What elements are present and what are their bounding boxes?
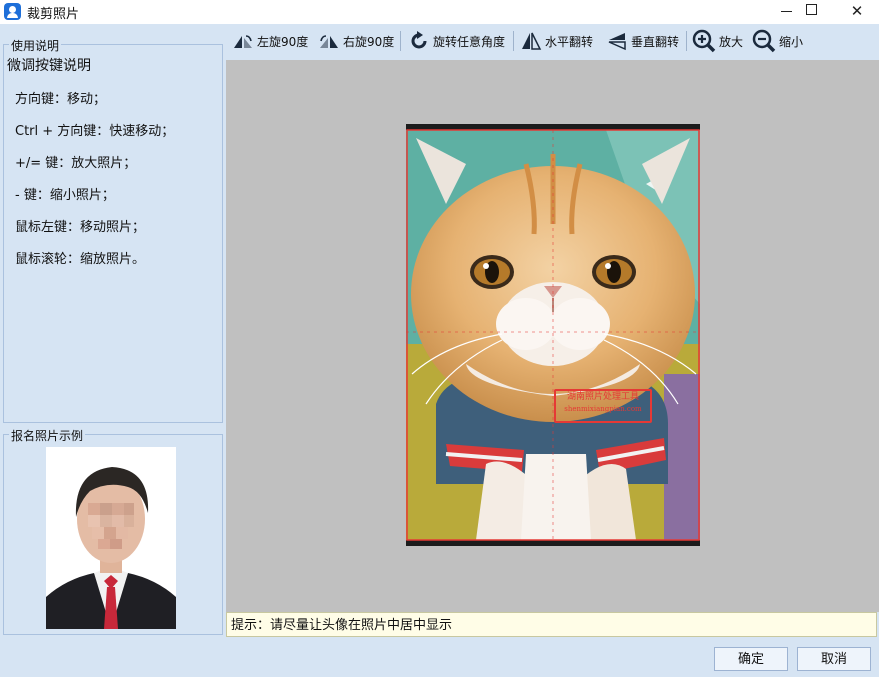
rotate-any-angle-button[interactable]: 旋转任意角度 [408, 30, 505, 52]
hint-bar: 提示：请尽量让头像在照片中居中显示 [226, 612, 877, 637]
zoom-in-icon [692, 29, 716, 53]
flip-horizontal-icon [522, 32, 542, 50]
maximize-button[interactable] [790, 0, 832, 24]
close-button[interactable]: ✕ [836, 0, 878, 24]
rotate-left-button[interactable]: 左旋90度 [232, 30, 308, 52]
usage-line: +/= 键：放大照片； [15, 156, 137, 171]
flip-vertical-button[interactable]: 垂直翻转 [606, 30, 679, 52]
usage-line: Ctrl + 方向键：快速移动； [15, 124, 175, 139]
sample-legend: 报名照片示例 [9, 427, 86, 444]
usage-line: - 键：缩小照片； [15, 188, 115, 203]
rotate-left-label: 左旋90度 [257, 34, 309, 49]
watermark-url: shenmixiangpian.com [564, 405, 642, 413]
usage-panel: 使用说明 微调按键说明 方向键：移动； Ctrl + 方向键：快速移动； +/=… [3, 37, 223, 423]
usage-legend: 使用说明 [9, 37, 62, 54]
cat-photo[interactable]: 湖南照片处理工具 shenmixiangpian.com [406, 124, 700, 546]
rotate-left-icon [234, 35, 252, 48]
watermark-text: 湖南照片处理工具 [566, 392, 639, 402]
ok-button[interactable]: 确定 [714, 647, 788, 671]
toolbar-separator [400, 31, 401, 51]
rotate-right-icon [320, 35, 338, 48]
close-icon: ✕ [850, 2, 864, 20]
toolbar-separator [513, 31, 514, 51]
rotate-any-icon [411, 31, 427, 49]
usage-line: 鼠标左键：移动照片； [15, 220, 146, 235]
zoom-in-button[interactable]: 放大 [692, 29, 744, 53]
toolbar-separator [686, 31, 687, 51]
app-icon [4, 3, 21, 20]
window-title: 裁剪照片 [27, 7, 80, 22]
zoom-out-icon [752, 29, 776, 53]
toolbar: 左旋90度 右旋90度 旋转任意角度 水平翻转 垂直翻转 放大 缩小 [226, 25, 879, 58]
zoom-out-button[interactable]: 缩小 [752, 29, 804, 53]
photo-watermark-stamp: 湖南照片处理工具 shenmixiangpian.com [554, 389, 652, 423]
usage-line: 鼠标滚轮：缩放照片。 [15, 252, 146, 267]
maximize-icon [806, 4, 817, 15]
cancel-button[interactable]: 取消 [797, 647, 871, 671]
flip-vertical-icon [608, 33, 626, 51]
sample-id-photo [46, 447, 176, 629]
sample-panel: 报名照片示例 [3, 427, 223, 635]
zoom-in-label: 放大 [719, 34, 744, 49]
flip-horizontal-button[interactable]: 水平翻转 [520, 30, 593, 52]
rotate-any-label: 旋转任意角度 [433, 34, 506, 49]
flip-vertical-label: 垂直翻转 [631, 34, 680, 49]
rotate-right-button[interactable]: 右旋90度 [318, 30, 394, 52]
crop-canvas[interactable]: 湖南照片处理工具 shenmixiangpian.com [226, 60, 879, 612]
flip-horizontal-label: 水平翻转 [545, 34, 594, 49]
usage-heading: 微调按键说明 [7, 58, 91, 74]
title-bar: 裁剪照片 ✕ [0, 0, 879, 24]
usage-line: 方向键：移动； [15, 92, 107, 107]
zoom-out-label: 缩小 [779, 34, 804, 49]
rotate-right-label: 右旋90度 [343, 34, 395, 49]
